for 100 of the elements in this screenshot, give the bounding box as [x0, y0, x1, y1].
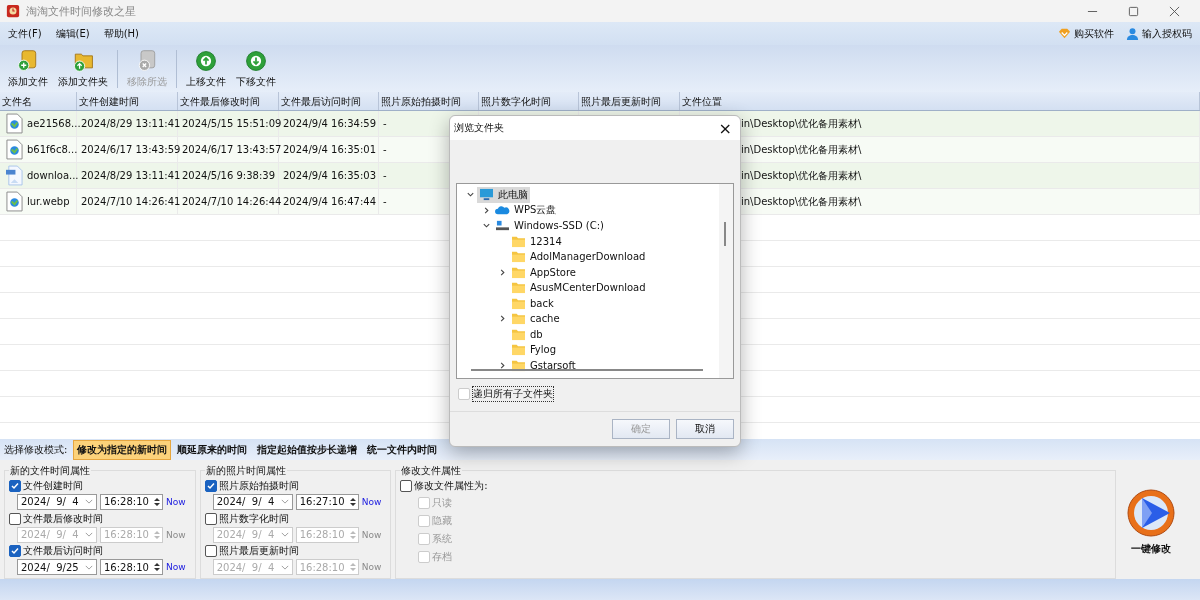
column-header[interactable]: 文件创建时间 — [77, 92, 178, 110]
table-cell: 2024/8/29 13:11:41 — [77, 163, 178, 188]
tree-item[interactable]: WPS云盘 — [493, 202, 559, 219]
mode-tab[interactable]: 统一文件内时间 — [363, 439, 442, 460]
checkbox[interactable] — [400, 480, 413, 492]
window-title: 淘淘文件时间修改之星 — [26, 3, 136, 19]
folder-icon — [511, 250, 526, 264]
spinner-icon[interactable] — [153, 495, 161, 508]
drive-icon — [495, 219, 510, 233]
user-icon — [1126, 27, 1139, 40]
toolbar-button[interactable]: 上移文件 — [182, 46, 230, 91]
mode-tab[interactable]: 顺延原来的时间 — [173, 439, 252, 460]
checkbox[interactable] — [204, 545, 217, 558]
file-name: downloa... — [27, 170, 79, 181]
tree-item[interactable]: Windows-SSD (C:) — [493, 218, 606, 234]
checkbox-label: 文件创建时间 — [23, 479, 83, 493]
mode-tab[interactable]: 修改为指定的新时间 — [73, 439, 172, 460]
toolbar-button[interactable]: 下移文件 — [232, 46, 280, 91]
date-field[interactable]: 2024/ 9/25 — [17, 559, 97, 576]
tree-item[interactable]: Fylog — [509, 342, 558, 358]
tree-item[interactable]: db — [509, 326, 545, 342]
menu-item[interactable]: 文件(F) — [6, 26, 44, 41]
play-icon — [1126, 487, 1176, 538]
now-link[interactable]: Now — [166, 496, 186, 507]
checkbox-label: 递归所有子文件夹 — [473, 387, 553, 401]
checkbox-label: 照片最后更新时间 — [218, 544, 299, 559]
close-button[interactable]: × — [718, 118, 732, 138]
jpg-file-icon — [6, 165, 23, 186]
date-field[interactable]: 2024/ 9/ 4 — [17, 493, 97, 510]
checkbox-label: 照片数字化时间 — [218, 511, 289, 526]
tree-item[interactable]: back — [509, 295, 556, 311]
tree-item[interactable]: AdolManagerDownload — [509, 249, 648, 265]
table-cell: in\Desktop\优化备用素材\ — [741, 116, 862, 131]
folder-icon — [511, 343, 526, 357]
column-header[interactable]: 照片原始拍摄时间 — [379, 92, 479, 110]
chevron-icon[interactable] — [465, 190, 475, 200]
column-header[interactable]: 文件最后访问时间 — [279, 92, 379, 110]
menu-link[interactable]: 购买软件 — [1074, 26, 1114, 41]
checkbox-label: 只读 — [432, 495, 453, 510]
checkbox[interactable] — [204, 512, 217, 525]
checkbox[interactable] — [9, 545, 21, 558]
column-header[interactable]: 文件最后修改时间 — [178, 92, 279, 110]
toolbar-button[interactable]: 添加文件 — [4, 46, 52, 91]
table-cell: 2024/9/4 16:35:03 — [279, 163, 379, 188]
folder-icon — [511, 281, 526, 295]
run-button[interactable]: 一键修改 — [1120, 486, 1182, 557]
table-cell: 2024/5/15 15:51:09 — [178, 111, 279, 136]
file-name: b61f6c8... — [27, 144, 78, 155]
table-cell: in\Desktop\优化备用素材\ — [741, 142, 862, 157]
checkbox-label: 照片原始拍摄时间 — [218, 479, 299, 493]
column-header[interactable]: 照片最后更新时间 — [579, 92, 680, 110]
table-cell: in\Desktop\优化备用素材\ — [741, 194, 862, 209]
menu-link[interactable]: 输入授权码 — [1142, 26, 1192, 41]
folder-icon — [511, 312, 526, 326]
tree-item[interactable]: 12314 — [509, 233, 564, 249]
folder-icon — [511, 265, 526, 279]
group-title: 修改文件属性 — [400, 464, 463, 478]
time-field[interactable]: 16:28:10 — [100, 559, 163, 576]
now-link[interactable]: Now — [361, 496, 382, 507]
close-icon[interactable] — [1169, 5, 1180, 17]
table-cell: 2024/5/16 9:38:39 — [178, 163, 279, 188]
table-cell: in\Desktop\优化备用素材\ — [741, 168, 862, 183]
checkbox-label: 存档 — [432, 549, 453, 564]
dialog-button[interactable]: 取消 — [676, 419, 734, 439]
toolbar-button[interactable]: 添加文件夹 — [54, 46, 112, 91]
menu-item[interactable]: 帮助(H) — [101, 26, 141, 41]
checkbox[interactable] — [9, 480, 21, 492]
mode-label: 选择修改模式: — [4, 442, 68, 457]
chevron-icon[interactable] — [481, 221, 491, 231]
table-cell: 2024/7/10 14:26:44 — [178, 189, 279, 214]
tree-item[interactable]: AsusMCenterDownload — [509, 280, 648, 296]
image-file-icon — [6, 113, 23, 134]
group-title: 新的照片时间属性 — [204, 464, 287, 478]
spinner-icon[interactable] — [153, 561, 161, 574]
time-field[interactable]: 16:28:10 — [100, 493, 163, 510]
maximize-icon[interactable] — [1128, 5, 1139, 17]
folder-icon — [511, 234, 526, 248]
spinner-icon[interactable] — [348, 495, 357, 508]
tree-item[interactable]: AppStore — [509, 264, 578, 280]
folder-icon — [511, 327, 526, 341]
group-title: 新的文件时间属性 — [9, 464, 91, 478]
selected-tree-item[interactable]: 此电脑 — [477, 186, 530, 203]
column-header[interactable]: 文件位置 — [680, 92, 1200, 110]
checkbox[interactable] — [204, 480, 217, 492]
column-header[interactable]: 文件名 — [0, 92, 77, 110]
checkbox-label: 修改文件属性为: — [414, 479, 488, 493]
table-cell: 2024/6/17 13:43:59 — [77, 137, 178, 162]
checkbox-label: 隐藏 — [432, 513, 453, 528]
column-header[interactable]: 照片数字化时间 — [479, 92, 579, 110]
checkbox[interactable] — [9, 512, 21, 525]
menu-item[interactable]: 编辑(E) — [53, 26, 92, 41]
app-logo-icon — [6, 4, 20, 18]
date-field[interactable]: 2024/ 9/ 4 — [212, 493, 293, 510]
file-name: lur.webp — [27, 196, 70, 207]
now-link[interactable]: Now — [166, 562, 186, 573]
mode-tab[interactable]: 指定起始值按步长递增 — [253, 439, 362, 460]
time-field[interactable]: 16:27:10 — [295, 493, 359, 510]
tree-item[interactable]: cache — [509, 311, 562, 327]
file-name: ae21568... — [27, 118, 81, 129]
table-cell: 2024/7/10 14:26:41 — [77, 189, 178, 214]
